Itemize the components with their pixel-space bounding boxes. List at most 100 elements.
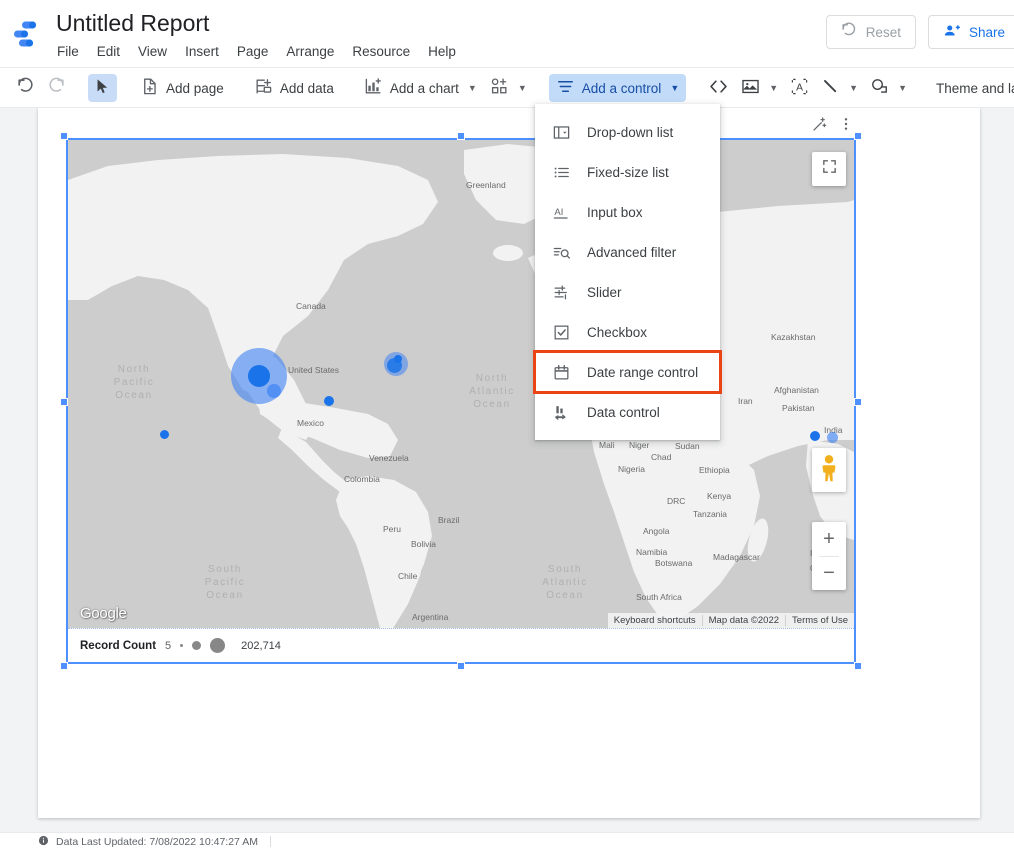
resize-handle-w[interactable] bbox=[60, 398, 68, 406]
map-label: Madagascar bbox=[713, 552, 760, 562]
undo-icon bbox=[841, 22, 858, 42]
map-label: DRC bbox=[667, 496, 685, 506]
menu-item-label: Drop-down list bbox=[587, 125, 673, 140]
cursor-arrow-icon bbox=[94, 78, 111, 98]
insert-text-button[interactable]: A bbox=[784, 74, 815, 102]
info-icon bbox=[38, 833, 49, 851]
svg-text:AI: AI bbox=[554, 206, 563, 217]
more-vertical-icon[interactable] bbox=[838, 116, 854, 137]
theme-and-layout-button[interactable]: Theme and layout bbox=[929, 74, 1014, 102]
menu-insert[interactable]: Insert bbox=[176, 41, 228, 62]
map-canvas[interactable]: GreenlandIcelandCanadaUnited StatesMexic… bbox=[68, 140, 854, 628]
terms-of-use-link[interactable]: Terms of Use bbox=[785, 615, 854, 626]
map-label: Pakistan bbox=[782, 403, 815, 413]
reset-label: Reset bbox=[866, 25, 901, 40]
add-page-button[interactable]: Add page bbox=[133, 74, 231, 102]
reset-button[interactable]: Reset bbox=[826, 15, 916, 49]
resize-handle-n[interactable] bbox=[457, 132, 465, 140]
ocean-label-line: Ocean bbox=[94, 389, 174, 402]
menu-page[interactable]: Page bbox=[228, 41, 278, 62]
menu-help[interactable]: Help bbox=[419, 41, 465, 62]
map-zoom-controls[interactable]: + − bbox=[812, 522, 846, 590]
add-data-label: Add data bbox=[280, 81, 334, 96]
map-fullscreen-button[interactable] bbox=[812, 152, 846, 186]
menu-arrange[interactable]: Arrange bbox=[277, 41, 343, 62]
share-button[interactable]: Share bbox=[928, 15, 1014, 49]
legend-title: Record Count bbox=[80, 640, 156, 652]
menu-resource[interactable]: Resource bbox=[343, 41, 419, 62]
data-control-icon bbox=[551, 402, 571, 422]
insert-shape-button[interactable]: ▼ bbox=[864, 74, 913, 102]
magic-wand-icon[interactable] bbox=[812, 116, 828, 137]
insert-image-button[interactable]: ▼ bbox=[735, 74, 784, 102]
menu-item-slider[interactable]: Slider bbox=[535, 272, 720, 312]
map-bubble[interactable] bbox=[160, 430, 169, 439]
map-bubble[interactable] bbox=[324, 396, 334, 406]
zoom-out-button[interactable]: − bbox=[812, 557, 846, 590]
share-label: Share bbox=[969, 25, 1005, 40]
resize-handle-sw[interactable] bbox=[60, 662, 68, 670]
map-bubble[interactable] bbox=[827, 432, 838, 443]
add-chart-button[interactable]: Add a chart ▼ bbox=[357, 74, 484, 102]
map-label: Angola bbox=[643, 526, 669, 536]
resize-handle-ne[interactable] bbox=[854, 132, 862, 140]
report-canvas[interactable]: GreenlandIcelandCanadaUnited StatesMexic… bbox=[0, 108, 1014, 850]
bubble-map-widget[interactable]: GreenlandIcelandCanadaUnited StatesMexic… bbox=[66, 138, 856, 664]
map-bubble[interactable] bbox=[810, 431, 820, 441]
menu-item-advanced-filter[interactable]: Advanced filter bbox=[535, 232, 720, 272]
resize-handle-e[interactable] bbox=[854, 398, 862, 406]
map-label: South Africa bbox=[636, 592, 682, 602]
menu-item-input-box[interactable]: AI Input box bbox=[535, 192, 720, 232]
menu-item-label: Input box bbox=[587, 205, 643, 220]
undo-button[interactable] bbox=[10, 74, 41, 102]
add-control-menu[interactable]: Drop-down list Fixed-size list AI Input box… bbox=[535, 104, 720, 440]
menu-file[interactable]: File bbox=[48, 41, 88, 62]
resize-handle-s[interactable] bbox=[457, 662, 465, 670]
main-toolbar: Add page Add data Add a chart ▼ bbox=[0, 68, 1014, 108]
map-label: Sudan bbox=[675, 441, 700, 451]
ocean-label-line: Ocean bbox=[452, 398, 532, 411]
add-page-icon bbox=[140, 77, 159, 99]
keyboard-shortcuts-link[interactable]: Keyboard shortcuts bbox=[608, 615, 702, 626]
add-data-icon bbox=[254, 77, 273, 99]
map-label: Venezuela bbox=[369, 453, 409, 463]
menu-view[interactable]: View bbox=[129, 41, 176, 62]
ocean-label-line: Ocean bbox=[185, 589, 265, 602]
ocean-label-line: Atlantic bbox=[525, 576, 605, 589]
add-control-button[interactable]: Add a control ▼ bbox=[549, 74, 686, 102]
ocean-label-line: Pacific bbox=[94, 376, 174, 389]
menu-item-checkbox[interactable]: Checkbox bbox=[535, 312, 720, 352]
ocean-label-line: South bbox=[525, 563, 605, 576]
menu-item-data-control[interactable]: Data control bbox=[535, 392, 720, 432]
menu-item-label: Checkbox bbox=[587, 325, 647, 340]
zoom-in-button[interactable]: + bbox=[812, 523, 846, 556]
page-title[interactable]: Untitled Report bbox=[56, 8, 465, 38]
add-data-button[interactable]: Add data bbox=[247, 74, 341, 102]
map-bubble[interactable] bbox=[248, 365, 270, 387]
chevron-down-icon: ▼ bbox=[769, 84, 778, 93]
select-tool-button[interactable] bbox=[88, 74, 117, 102]
menu-item-label: Slider bbox=[587, 285, 622, 300]
menu-item-date-range-control[interactable]: Date range control bbox=[535, 352, 720, 392]
map-label: Chad bbox=[651, 452, 671, 462]
menu-edit[interactable]: Edit bbox=[88, 41, 129, 62]
map-bubble[interactable] bbox=[267, 384, 281, 398]
menu-item-drop-down-list[interactable]: Drop-down list bbox=[535, 112, 720, 152]
map-label: Colombia bbox=[344, 474, 380, 484]
resize-handle-se[interactable] bbox=[854, 662, 862, 670]
map-label: Argentina bbox=[412, 612, 448, 622]
map-frame[interactable]: GreenlandIcelandCanadaUnited StatesMexic… bbox=[66, 138, 856, 664]
embed-code-button[interactable] bbox=[702, 74, 735, 102]
resize-handle-nw[interactable] bbox=[60, 132, 68, 140]
community-visualizations-button[interactable]: ▼ bbox=[484, 74, 533, 102]
data-studio-logo-icon bbox=[12, 20, 44, 48]
street-view-pegman-button[interactable] bbox=[812, 448, 846, 492]
redo-button[interactable] bbox=[41, 74, 72, 102]
insert-line-button[interactable]: ▼ bbox=[815, 74, 864, 102]
report-page[interactable]: GreenlandIcelandCanadaUnited StatesMexic… bbox=[38, 108, 980, 818]
map-bubble[interactable] bbox=[394, 355, 402, 363]
street-view-pegman-icon bbox=[818, 453, 840, 488]
map-ocean-label: NorthAtlanticOcean bbox=[452, 372, 532, 411]
advanced-filter-icon bbox=[551, 242, 571, 262]
menu-item-fixed-size-list[interactable]: Fixed-size list bbox=[535, 152, 720, 192]
